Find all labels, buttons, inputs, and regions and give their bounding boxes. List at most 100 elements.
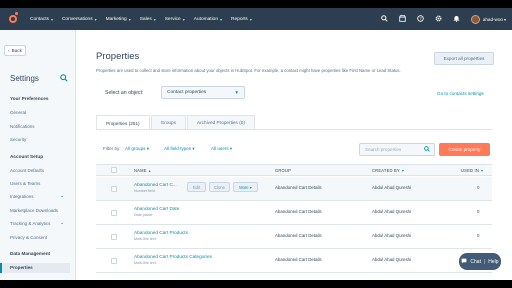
search-placeholder: Search properties	[365, 147, 402, 152]
property-name-link[interactable]: Abandoned Cart Date	[134, 206, 179, 211]
row-checkbox[interactable]	[111, 186, 117, 192]
nav-sales[interactable]: Sales ▾	[140, 17, 156, 22]
filter-label: Filter by:	[103, 146, 121, 151]
chevron-left-icon: ‹	[8, 48, 10, 53]
user-name: ahad-woo	[482, 16, 503, 22]
contacts-settings-link[interactable]: Go to contacts settings	[437, 91, 484, 96]
create-property-button[interactable]: Create property	[439, 143, 490, 156]
property-type: Multi-line text	[134, 237, 156, 241]
property-group: Abandoned Cart Details	[275, 185, 322, 190]
sidebar-heading-data-management: Data Management	[10, 251, 51, 256]
top-navigation: Contacts ▾ Conversations ▾ Marketing ▾ Sale…	[0, 8, 512, 30]
nav-automation[interactable]: Automation ▾	[194, 17, 222, 22]
divider: |	[483, 258, 486, 265]
back-button[interactable]: ‹ Back	[4, 45, 26, 56]
sidebar-item-security[interactable]: Security	[10, 137, 26, 142]
sort-asc-icon: ▴	[148, 168, 151, 173]
export-properties-button[interactable]: Export all properties	[434, 52, 494, 65]
sidebar-item-users-teams[interactable]: Users & Teams	[10, 181, 40, 186]
nav-service[interactable]: Service ▾	[165, 17, 185, 22]
edit-button[interactable]: Edit	[187, 182, 206, 192]
sidebar-item-general[interactable]: General	[10, 110, 26, 115]
property-name-link[interactable]: Abandoned Cart Products	[134, 230, 188, 235]
nav-label: Conversations	[61, 16, 93, 22]
chevron-down-icon: ▾	[50, 16, 53, 22]
nav-conversations[interactable]: Conversations ▾	[62, 17, 97, 22]
settings-icon[interactable]	[434, 15, 443, 24]
column-label: CREATED BY	[372, 168, 400, 173]
property-name-link[interactable]: Abandoned Cart Products Categories	[134, 254, 212, 259]
property-search-input[interactable]: Search properties	[359, 143, 435, 156]
nav-reports[interactable]: Reports ▾	[231, 17, 252, 22]
nav-marketing[interactable]: Marketing ▾	[106, 17, 131, 22]
page-title: Properties	[96, 51, 140, 62]
column-created-by[interactable]: CREATED BY ▾	[372, 168, 404, 173]
object-select[interactable]: Contact properties ▼	[161, 86, 245, 99]
sort-icon: ▾	[481, 168, 484, 173]
tab-properties[interactable]: Properties (251)	[96, 115, 150, 130]
property-type: Number field	[134, 189, 155, 193]
column-label: NAME	[134, 168, 147, 173]
row-checkbox[interactable]	[111, 210, 117, 216]
clone-button[interactable]: Clone	[209, 182, 230, 192]
chevron-down-icon: ▾	[153, 16, 156, 22]
tab-archived-properties[interactable]: Archived Properties (0)	[186, 115, 255, 129]
column-label: USED IN	[461, 168, 480, 173]
filter-groups-dropdown[interactable]: All groups ▾	[125, 146, 149, 152]
marketplace-icon[interactable]	[398, 14, 407, 24]
sidebar-item-tracking-analytics[interactable]: Tracking & Analytics ⌄	[10, 220, 64, 226]
sidebar-item-integrations[interactable]: Integrations ⌄	[10, 193, 64, 199]
sidebar-item-privacy-consent[interactable]: Privacy & Consent	[10, 235, 47, 240]
filter-field-types-dropdown[interactable]: All field types ▾	[164, 146, 195, 152]
sidebar-heading-preferences: Your Preferences	[10, 96, 49, 101]
chevron-down-icon: ▾	[128, 16, 131, 22]
row-checkbox[interactable]	[111, 234, 117, 240]
chevron-down-icon: ⌄	[60, 220, 65, 226]
sidebar-item-properties[interactable]: Properties	[0, 263, 70, 273]
filter-users-dropdown[interactable]: All users ▾	[211, 146, 232, 152]
property-used-in: 0	[477, 185, 480, 190]
sidebar-item-label: Tracking & Analytics	[10, 221, 51, 226]
table-row[interactable]: Abandoned Cart Date Date picker Abandone…	[96, 201, 492, 225]
property-group: Abandoned Cart Details	[275, 257, 322, 262]
notifications-icon[interactable]	[452, 15, 461, 24]
sidebar-search-icon[interactable]	[60, 74, 68, 84]
sidebar-item-marketplace-downloads[interactable]: Marketplace Downloads	[10, 208, 58, 213]
table-row[interactable]: Abandoned Cart Products Categories Multi…	[96, 249, 492, 273]
nav-label: Automation	[193, 16, 219, 22]
sidebar-item-notifications[interactable]: Notifications	[10, 124, 35, 129]
nav-utilities: ? ahad-woo▾	[371, 8, 506, 30]
property-tabs: Properties (251) Groups Archived Propert…	[96, 115, 256, 130]
column-name[interactable]: NAME ▴	[134, 168, 151, 173]
chat-help-widget[interactable]: Chat | Help	[459, 253, 501, 270]
property-group: Abandoned Cart Details	[275, 209, 322, 214]
more-dropdown-button[interactable]: More ▾	[233, 182, 258, 192]
column-used-in[interactable]: USED IN ▾	[461, 168, 483, 173]
help-icon[interactable]: ?	[416, 14, 425, 24]
nav-label: Marketing	[105, 16, 127, 22]
page-description: Properties are used to collect and store…	[96, 68, 401, 73]
main-content: Properties Export all properties Propert…	[77, 30, 502, 280]
avatar[interactable]	[470, 14, 480, 24]
user-menu[interactable]: ahad-woo▾	[483, 17, 506, 22]
select-all-checkbox[interactable]	[111, 167, 117, 173]
hubspot-logo-icon[interactable]	[6, 12, 20, 26]
search-icon[interactable]	[380, 14, 389, 24]
table-row[interactable]: Abandoned Cart Products Multi-line text …	[96, 225, 492, 249]
tab-groups[interactable]: Groups	[150, 115, 186, 129]
property-used-in: 0	[477, 209, 480, 214]
table-header: NAME ▴ GROUP CREATED BY ▾ USED IN ▾	[96, 164, 492, 176]
row-checkbox[interactable]	[111, 258, 117, 264]
sidebar-item-account-defaults[interactable]: Account Defaults	[10, 168, 44, 173]
property-name-link[interactable]: Abandoned Cart C...	[134, 182, 177, 187]
app-window: Contacts ▾ Conversations ▾ Marketing ▾ Sale…	[0, 8, 512, 280]
page-scrollbar[interactable]	[502, 30, 512, 280]
nav-label: Sales	[139, 16, 152, 22]
table-row[interactable]: Abandoned Cart C... Number field Edit Cl…	[96, 177, 492, 201]
chevron-down-icon: ▾	[249, 16, 252, 22]
column-group[interactable]: GROUP	[275, 168, 291, 173]
help-label: Help	[488, 258, 499, 265]
chevron-down-icon: ▼	[234, 90, 239, 95]
nav-contacts[interactable]: Contacts ▾	[30, 17, 53, 22]
sidebar-item-label: Properties	[10, 265, 33, 270]
